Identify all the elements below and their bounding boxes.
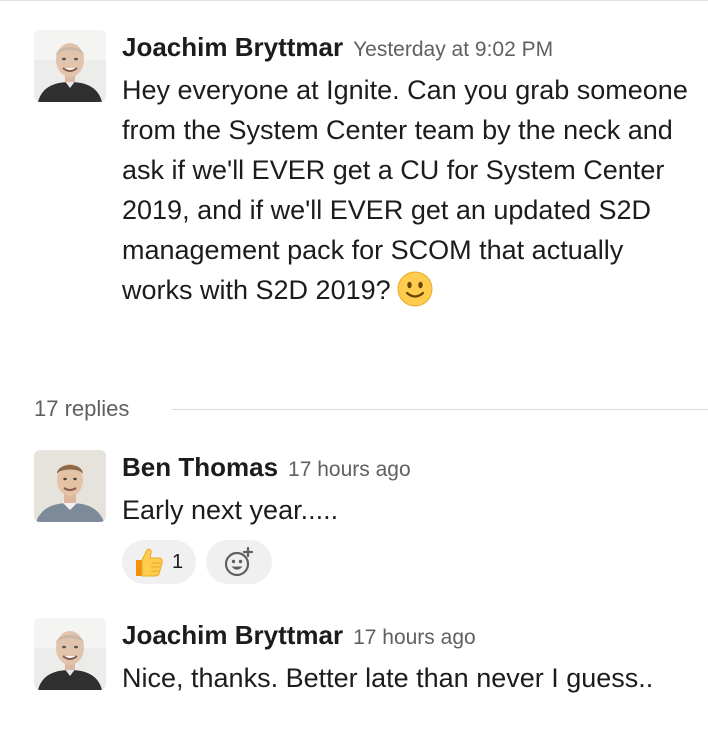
avatar[interactable]: [34, 618, 106, 690]
author-name[interactable]: Joachim Bryttmar: [122, 620, 343, 650]
add-reaction-icon: [222, 546, 256, 583]
replies-count: 17 replies: [34, 396, 130, 421]
avatar[interactable]: [34, 30, 106, 102]
top-divider: [0, 0, 708, 1]
message-timestamp[interactable]: Yesterday at 9:02 PM: [353, 38, 553, 61]
thumbs-up-icon: [132, 546, 164, 583]
reaction-count: 1: [172, 551, 184, 573]
message-timestamp[interactable]: 17 hours ago: [353, 626, 476, 649]
message-text: Nice, thanks. Better late than never I g…: [122, 663, 654, 693]
message-text: Early next year.....: [122, 495, 339, 525]
message-timestamp[interactable]: 17 hours ago: [288, 458, 411, 481]
author-name[interactable]: Ben Thomas: [122, 452, 278, 482]
add-reaction-button[interactable]: [206, 540, 272, 584]
avatar[interactable]: [34, 450, 106, 522]
author-name[interactable]: Joachim Bryttmar: [122, 32, 343, 62]
divider-line: [172, 409, 708, 410]
slightly-smiling-face-icon: [397, 271, 433, 318]
message-text: Hey everyone at Ignite. Can you grab som…: [122, 70, 692, 318]
reaction-thumbs-up[interactable]: 1: [122, 540, 196, 584]
thread-replies-divider: 17 replies: [34, 394, 708, 424]
